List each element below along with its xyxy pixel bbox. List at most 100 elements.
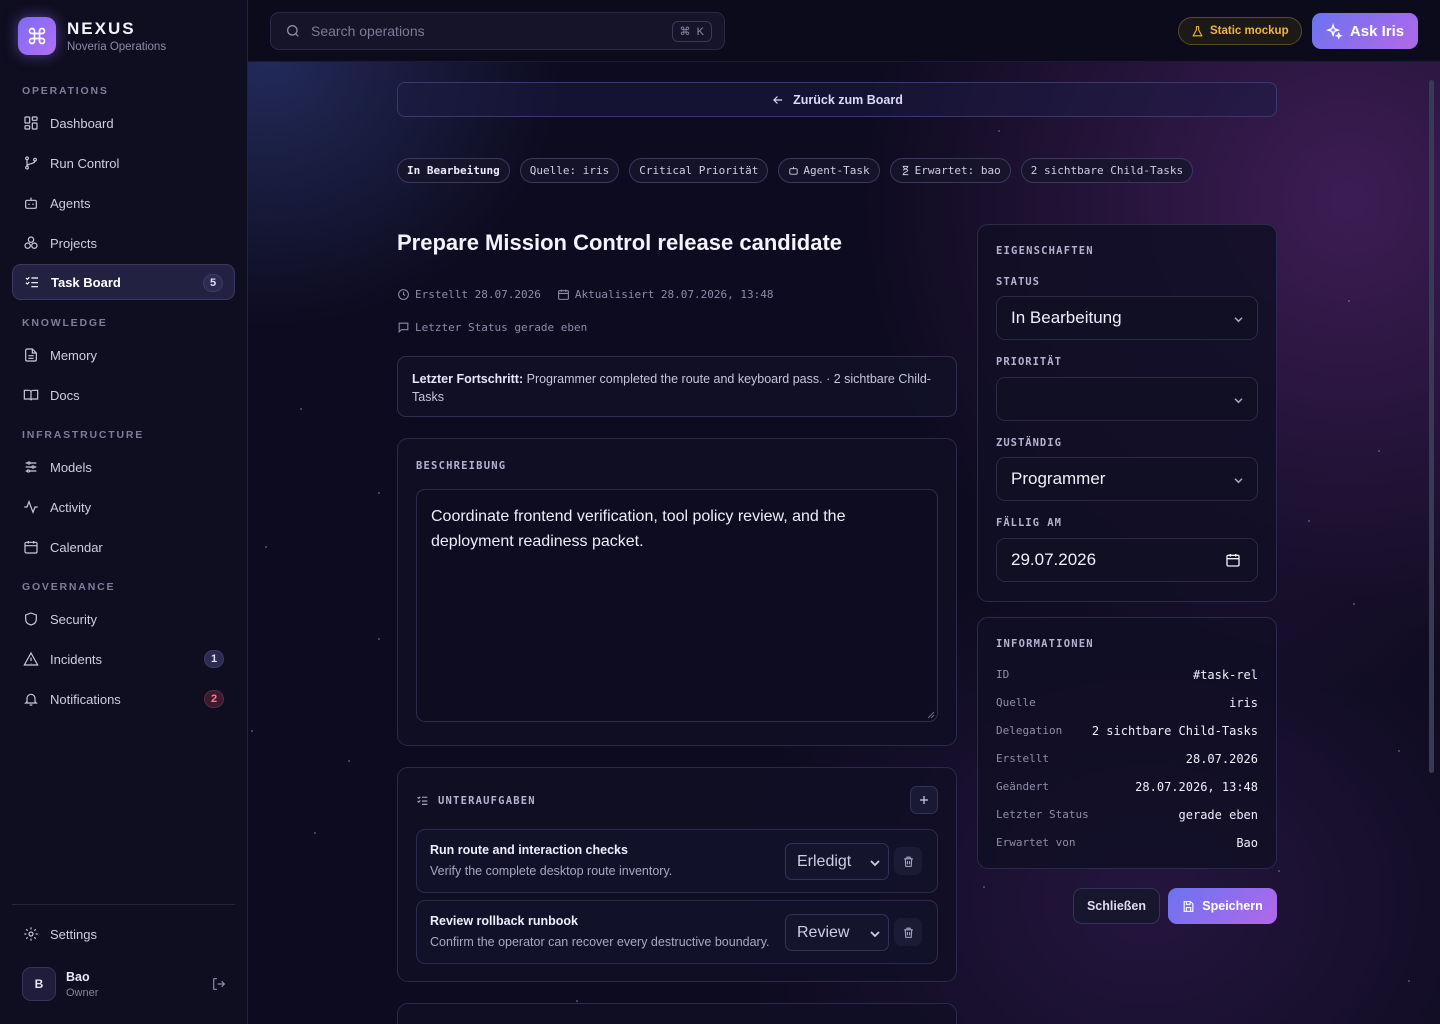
info-row: Delegation 2 sichtbare Child-Tasks [996, 724, 1258, 738]
subtask-status-select[interactable]: Erledigt [785, 843, 889, 880]
sidebar-item-agents[interactable]: Agents [12, 185, 235, 221]
sidebar-item-models[interactable]: Models [12, 449, 235, 485]
properties-panel: EIGENSCHAFTEN STATUS In Bearbeitung PRIO… [977, 224, 1277, 602]
add-subtask-button[interactable] [910, 786, 938, 814]
notification-count-badge: 2 [204, 690, 224, 708]
brand[interactable]: NEXUS Noveria Operations [18, 17, 166, 55]
chip-priority: Critical Priorität [629, 158, 769, 183]
sidebar-item-task-board[interactable]: Task Board 5 [12, 264, 235, 300]
subtask-status-select[interactable]: Review [785, 914, 889, 951]
subtask-title: Review rollback runbook [430, 914, 578, 928]
info-row: ID #task-rel [996, 668, 1258, 682]
sidebar-item-run-control[interactable]: Run Control [12, 145, 235, 181]
assignee-select[interactable]: Programmer [996, 457, 1258, 501]
chevron-down-icon [870, 860, 880, 867]
sidebar-item-activity[interactable]: Activity [12, 489, 235, 525]
hourglass-icon [902, 165, 908, 176]
chip-source: Quelle: iris [519, 158, 620, 183]
properties-label: EIGENSCHAFTEN [996, 245, 1094, 257]
plus-icon [920, 796, 928, 804]
created-date: Erstellt 28.07.2026 [415, 288, 541, 301]
info-row: Erwartet von Bao [996, 836, 1258, 850]
sidebar-item-label: Projects [50, 235, 97, 251]
trash-icon [903, 856, 913, 867]
ask-iris-label: Ask Iris [1349, 22, 1405, 40]
sidebar-item-security[interactable]: Security [12, 601, 235, 637]
resize-handle-icon[interactable] [927, 711, 935, 719]
save-label: Speichern [1202, 899, 1263, 913]
projects-icon [24, 236, 38, 249]
close-button[interactable]: Schließen [1073, 888, 1160, 924]
chip-expected: Erwartet: bao [889, 158, 1011, 183]
next-card [397, 1003, 957, 1024]
gear-icon [24, 927, 38, 941]
flask-icon [1192, 25, 1203, 36]
due-date-input[interactable]: 29.07.2026 [996, 538, 1258, 582]
topbar: Search operations ⌘ K Static mockup Ask … [248, 0, 1440, 62]
ask-iris-button[interactable]: Ask Iris [1312, 13, 1418, 49]
task-count-badge: 5 [203, 274, 223, 292]
sidebar-item-label: Docs [50, 387, 80, 403]
message-icon [398, 322, 409, 334]
status-select[interactable]: In Bearbeitung [996, 296, 1258, 340]
sidebar-item-label: Settings [50, 926, 97, 942]
delete-subtask-button[interactable] [894, 847, 922, 875]
search-input[interactable]: Search operations [311, 23, 425, 39]
dashboard-icon [24, 116, 38, 130]
user-profile[interactable]: B Bao Owner [22, 967, 227, 1001]
priority-select[interactable] [996, 377, 1258, 421]
search-bar[interactable]: Search operations ⌘ K [270, 12, 725, 50]
due-date-label: FÄLLIG AM [996, 517, 1062, 529]
save-button[interactable]: Speichern [1168, 888, 1277, 924]
user-name: Bao [66, 969, 90, 984]
info-row: Geändert 28.07.2026, 13:48 [996, 780, 1258, 794]
chevron-down-icon [1234, 398, 1243, 404]
delete-subtask-button[interactable] [894, 918, 922, 946]
subtasks-label: UNTERAUFGABEN [438, 795, 536, 807]
user-role: Owner [66, 986, 99, 999]
task-meta: Erstellt 28.07.2026 Aktualisiert 28.07.2… [397, 288, 774, 301]
sidebar-item-settings[interactable]: Settings [12, 916, 235, 952]
save-icon [1183, 900, 1194, 912]
chevron-down-icon [1234, 478, 1243, 484]
description-card: BESCHREIBUNG Coordinate frontend verific… [397, 438, 957, 746]
bot-icon [25, 197, 37, 209]
sidebar-item-projects[interactable]: Projects [12, 225, 235, 261]
sidebar-item-label: Dashboard [50, 115, 114, 131]
sidebar-item-docs[interactable]: Docs [12, 377, 235, 413]
status-label: STATUS [996, 276, 1040, 288]
command-icon [18, 17, 56, 55]
sidebar-item-label: Models [50, 459, 92, 475]
progress-label: Letzter Fortschritt: [412, 372, 524, 386]
subtask-item: Review rollback runbook Confirm the oper… [416, 900, 938, 964]
sidebar-item-dashboard[interactable]: Dashboard [12, 105, 235, 141]
task-title: Prepare Mission Control release candidat… [397, 230, 843, 255]
book-icon [23, 389, 39, 401]
brand-title: NEXUS [67, 19, 136, 38]
brand-subtitle: Noveria Operations [67, 41, 167, 53]
chevron-down-icon [1234, 317, 1243, 323]
sidebar-divider [12, 904, 235, 905]
information-label: INFORMATIONEN [996, 638, 1094, 650]
assignee-label: ZUSTÄNDIG [996, 437, 1062, 449]
subtasks-card: UNTERAUFGABEN Run route and interaction … [397, 767, 957, 982]
static-mockup-label: Static mockup [1210, 25, 1289, 37]
calendar-icon [557, 289, 569, 300]
arrow-left-icon [773, 95, 783, 104]
description-label: BESCHREIBUNG [416, 460, 507, 472]
subtask-description: Verify the complete desktop route invent… [430, 864, 673, 878]
calendar-icon[interactable] [1225, 552, 1241, 568]
scrollbar-thumb[interactable] [1429, 80, 1434, 773]
sidebar-item-incidents[interactable]: Incidents 1 [12, 641, 235, 677]
back-to-board-button[interactable]: Zurück zum Board [397, 82, 1277, 117]
info-row: Letzter Status gerade eben [996, 808, 1258, 822]
warning-icon [23, 651, 39, 666]
sidebar-item-label: Activity [50, 499, 92, 515]
logout-icon[interactable] [211, 976, 227, 997]
sidebar-item-notifications[interactable]: Notifications 2 [12, 681, 235, 717]
info-row: Quelle iris [996, 696, 1258, 710]
sidebar-item-calendar[interactable]: Calendar [12, 529, 235, 565]
sidebar-item-memory[interactable]: Memory [12, 337, 235, 373]
description-textarea[interactable]: Coordinate frontend verification, tool p… [416, 489, 938, 722]
sidebar: NEXUS Noveria Operations OPERATIONS Dash… [0, 0, 248, 1024]
